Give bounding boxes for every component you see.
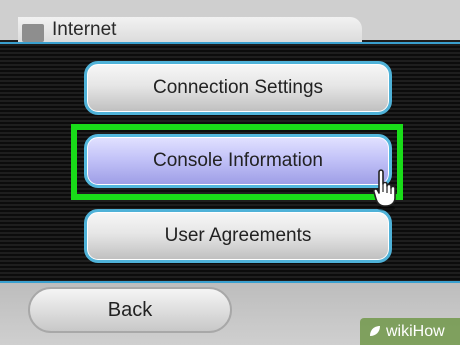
header-divider (0, 42, 460, 44)
wii-internet-screen: Internet Connection Settings Console Inf… (0, 0, 460, 345)
back-button[interactable]: Back (28, 287, 232, 333)
user-agreements-button[interactable]: User Agreements (84, 209, 392, 263)
selection-highlight (71, 124, 403, 200)
page-title: Internet (52, 19, 117, 40)
square-icon (22, 24, 44, 42)
connection-settings-button[interactable]: Connection Settings (84, 61, 392, 115)
pointing-hand-icon (373, 169, 396, 211)
leaf-icon (370, 326, 380, 336)
